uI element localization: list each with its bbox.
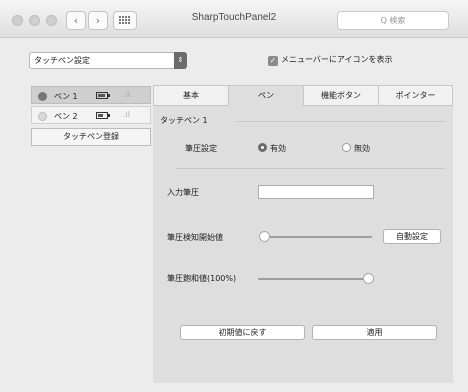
menu-icon-checkbox[interactable]: ✓ (268, 56, 278, 66)
chevron-updown-icon: ⇕ (174, 52, 187, 69)
signal-icon: .ıl (123, 90, 130, 99)
battery-fill (98, 114, 103, 117)
pressure-on-label: 有効 (270, 144, 286, 153)
pen-list-item[interactable]: ペン 1 .ıl (31, 86, 151, 104)
saturation-slider-track[interactable] (258, 278, 368, 280)
register-pen-button[interactable]: タッチペン登録 (31, 128, 151, 146)
reset-defaults-button[interactable]: 初期値に戻す (180, 325, 305, 340)
battery-fill (98, 94, 105, 97)
input-pressure-label: 入力筆圧 (167, 188, 199, 197)
tab-pointer[interactable]: ポインター (378, 85, 453, 106)
pressure-on-radio[interactable] (258, 143, 267, 152)
app-window: ‹ › SharpTouchPanel2 Q 検索 タッチペン設定 ⇕ ✓ メニ… (0, 0, 468, 392)
battery-icon (96, 112, 110, 119)
pen-name: ペン 2 (54, 112, 78, 121)
pressure-setting-label: 筆圧設定 (185, 144, 217, 153)
pressure-off-radio[interactable] (342, 143, 351, 152)
tab-function-buttons[interactable]: 機能ボタン (303, 85, 379, 106)
search-input[interactable]: Q 検索 (337, 11, 449, 30)
detect-start-slider-track[interactable] (264, 236, 372, 238)
divider (175, 168, 445, 169)
menu-icon-checkbox-label: メニューバーにアイコンを表示 (281, 55, 393, 64)
apply-button[interactable]: 適用 (312, 325, 437, 340)
pen-icon (38, 112, 47, 121)
pen-icon (38, 92, 47, 101)
tab-bar: 基本 ペン 機能ボタン ポインター (153, 85, 453, 106)
saturation-label: 筆圧飽和値(100%) (167, 274, 237, 283)
settings-dropdown-value: タッチペン設定 (34, 56, 90, 65)
settings-dropdown[interactable]: タッチペン設定 ⇕ (29, 52, 187, 69)
tab-basic[interactable]: 基本 (153, 85, 229, 106)
detect-start-label: 筆圧検知開始値 (167, 233, 223, 242)
pressure-off-label: 無効 (354, 144, 370, 153)
signal-icon: .ıl (123, 110, 130, 119)
pen-name: ペン 1 (54, 92, 78, 101)
input-pressure-field[interactable] (258, 185, 374, 199)
detect-start-slider-knob[interactable] (259, 231, 270, 242)
saturation-slider-knob[interactable] (363, 273, 374, 284)
title-bar: ‹ › SharpTouchPanel2 Q 検索 (0, 0, 468, 38)
auto-set-button[interactable]: 自動設定 (383, 229, 441, 244)
section-divider (236, 121, 446, 122)
battery-icon (96, 92, 110, 99)
tab-pen[interactable]: ペン (228, 85, 304, 106)
section-title: タッチペン 1 (160, 116, 208, 125)
pen-list-item[interactable]: ペン 2 .ıl (31, 106, 151, 124)
